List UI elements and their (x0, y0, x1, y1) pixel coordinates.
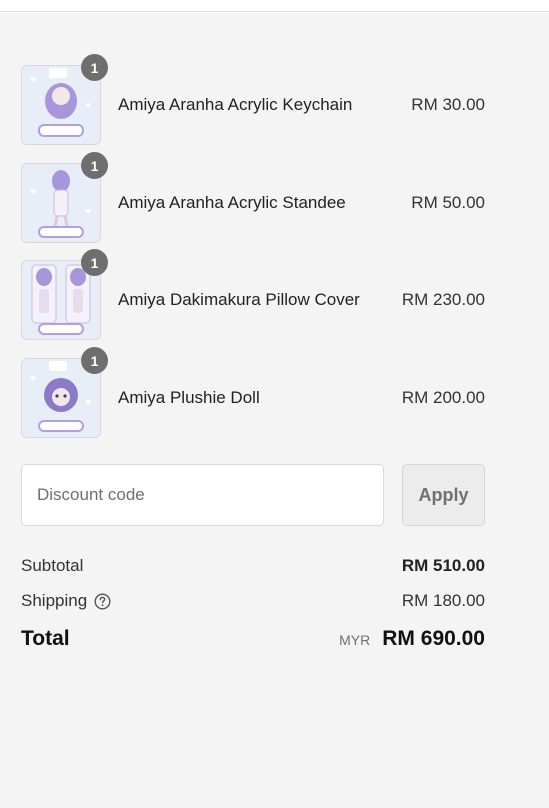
subtotal-row: Subtotal RM 510.00 (21, 554, 485, 578)
total-amount-group: MYR RM 690.00 (339, 627, 485, 651)
question-circle-icon[interactable] (94, 592, 111, 610)
svg-text:♥: ♥ (85, 399, 91, 407)
line-item-standee: ♥ ♥ 1 Amiya Aranha Acrylic Standee RM 50… (21, 152, 485, 243)
svg-text:♥: ♥ (85, 102, 91, 110)
item-name: Amiya Plushie Doll (118, 388, 260, 407)
item-price: RM 230.00 (401, 290, 485, 309)
product-thumbnail: ♥ ♥ 1 (21, 54, 108, 145)
quantity-badge: 1 (81, 347, 108, 374)
line-item-pillow-cover: 1 Amiya Dakimakura Pillow Cover RM 230.0… (21, 249, 485, 340)
shipping-label-group: Shipping (21, 591, 111, 611)
shipping-value: RM 180.00 (401, 591, 485, 610)
product-thumbnail: 1 (21, 249, 108, 340)
svg-text:♥: ♥ (30, 76, 36, 84)
svg-text:♥: ♥ (30, 375, 36, 383)
shipping-row: Shipping RM 180.00 (21, 589, 485, 613)
total-label: Total (21, 627, 70, 650)
item-price: RM 30.00 (411, 95, 485, 114)
quantity-badge: 1 (81, 152, 108, 179)
apply-discount-button[interactable]: Apply (402, 464, 485, 526)
total-row: Total MYR RM 690.00 (21, 624, 485, 654)
item-name: Amiya Aranha Acrylic Keychain (118, 95, 353, 114)
subtotal-label: Subtotal (21, 556, 84, 575)
discount-code-form: Apply (21, 464, 485, 526)
total-value: RM 690.00 (382, 627, 485, 650)
item-price: RM 50.00 (411, 193, 485, 212)
quantity-badge: 1 (81, 249, 108, 276)
product-thumbnail: ♥ ♥ 1 (21, 152, 108, 243)
svg-text:♥: ♥ (30, 188, 36, 196)
item-name: Amiya Dakimakura Pillow Cover (118, 290, 360, 309)
order-summary-panel: ♥ ♥ 1 Amiya Aranha Acrylic Keychain RM 3… (0, 13, 549, 808)
subtotal-value: RM 510.00 (401, 556, 485, 575)
item-name: Amiya Aranha Acrylic Standee (118, 193, 346, 212)
line-item-keychain: ♥ ♥ 1 Amiya Aranha Acrylic Keychain RM 3… (21, 54, 485, 145)
svg-text:♥: ♥ (85, 208, 91, 216)
product-thumbnail: ♥ ♥ 1 (21, 347, 108, 438)
shipping-label: Shipping (21, 591, 88, 610)
line-item-plushie: ♥ ♥ 1 Amiya Plushie Doll RM 200.00 (21, 347, 485, 438)
quantity-badge: 1 (81, 54, 108, 81)
header-divider (0, 0, 549, 12)
currency-code: MYR (339, 632, 371, 648)
discount-code-input[interactable] (21, 464, 384, 526)
item-price: RM 200.00 (401, 388, 485, 407)
